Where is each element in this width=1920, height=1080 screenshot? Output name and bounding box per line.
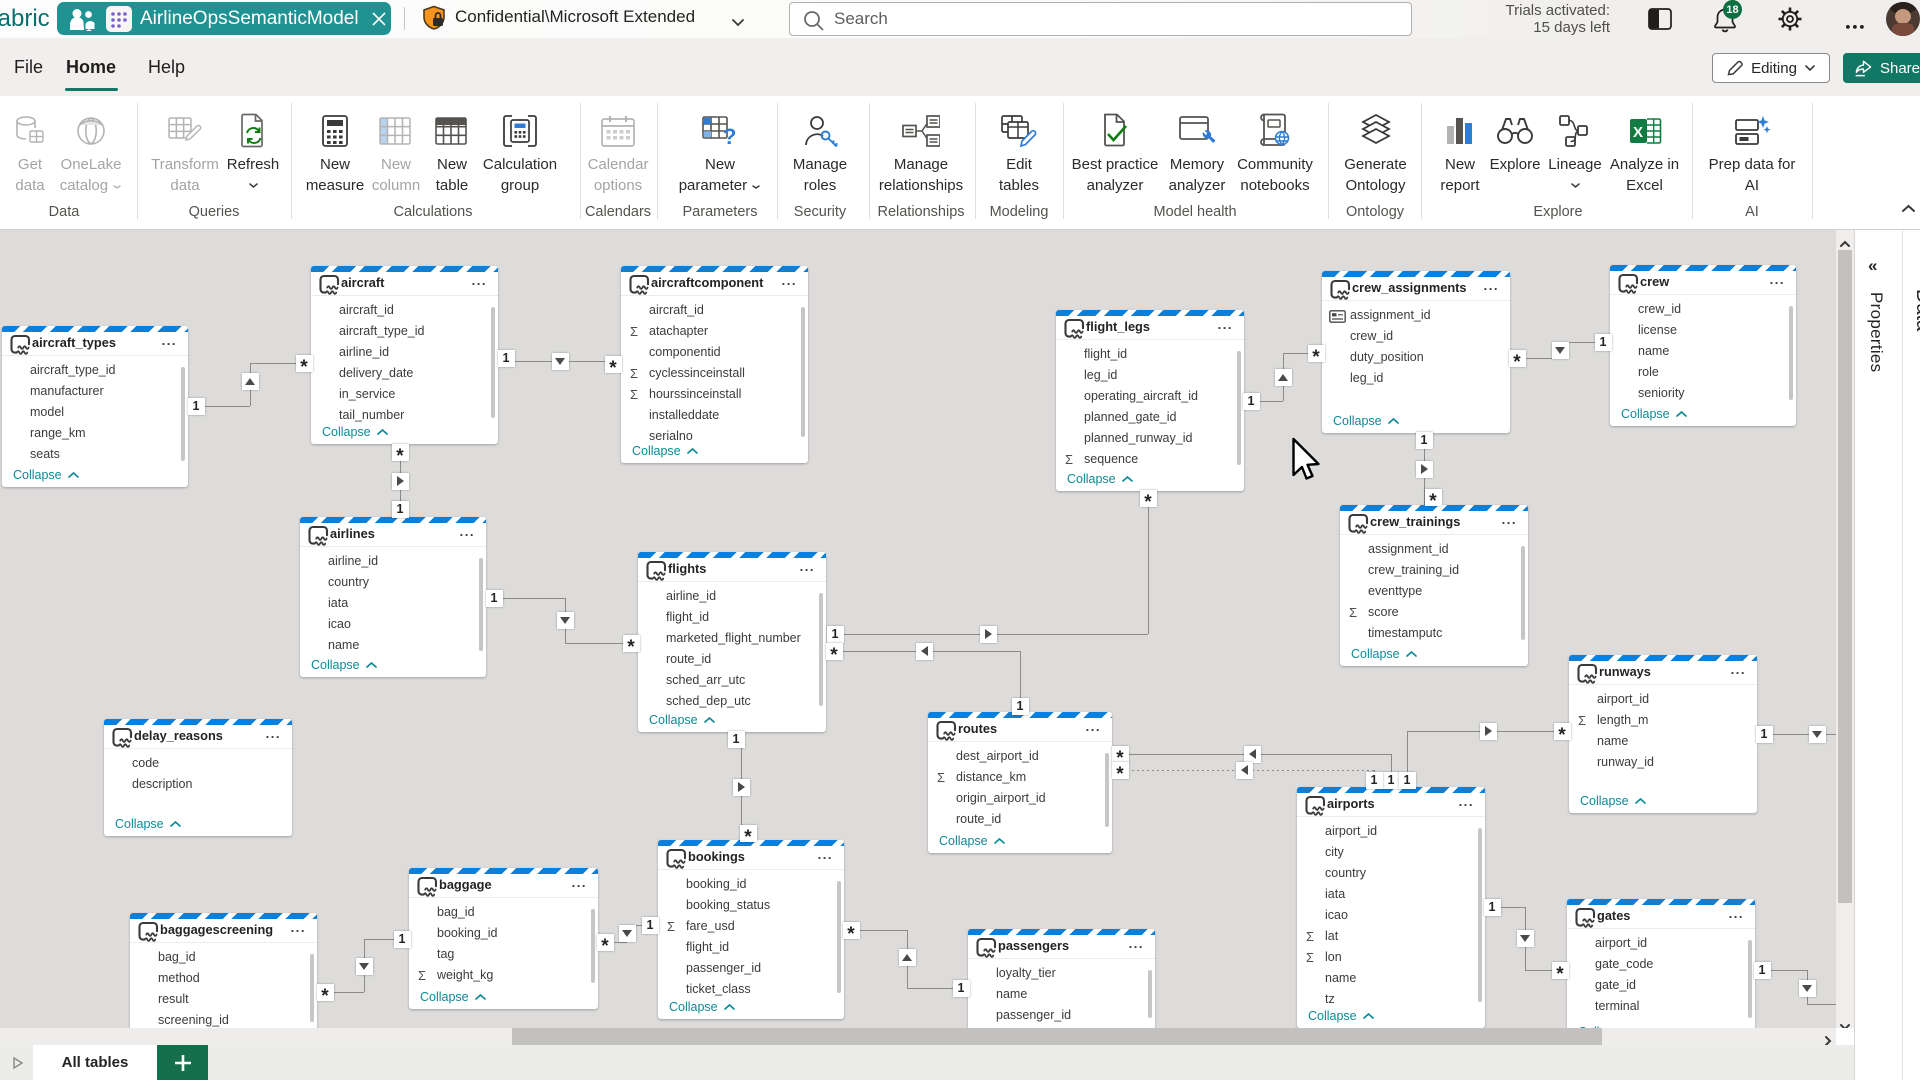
svg-text:?: ? — [723, 124, 736, 148]
svg-text:1: 1 — [86, 23, 92, 32]
svg-text:X: X — [1633, 124, 1643, 141]
